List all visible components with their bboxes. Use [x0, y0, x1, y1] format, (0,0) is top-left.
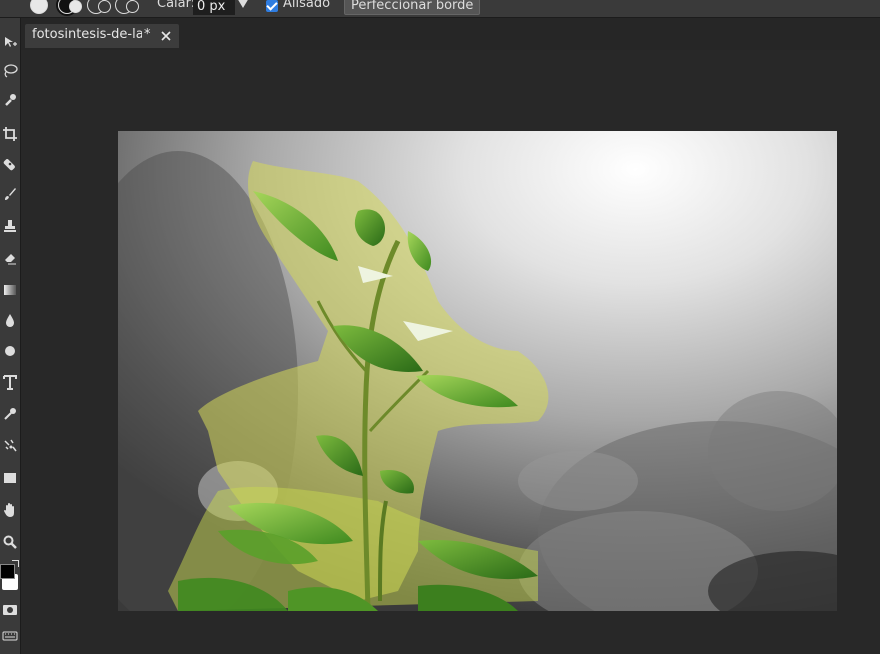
color-replace-icon[interactable] [0, 434, 20, 458]
antialias-checkbox[interactable] [266, 0, 278, 12]
feather-dropdown-icon[interactable] [237, 0, 249, 8]
subtract-from-selection-icon[interactable] [87, 0, 111, 14]
intersect-selection-icon[interactable] [115, 0, 139, 14]
keyboard-icon[interactable] [0, 624, 20, 648]
antialias-label: Alisado [283, 0, 331, 11]
hand-tool-icon[interactable] [0, 498, 20, 522]
feather-label: Calar: [157, 0, 196, 11]
tools-panel [0, 18, 21, 654]
document-tab[interactable]: fotosintesis-de-la * [25, 24, 179, 48]
healing-brush-icon[interactable] [0, 152, 20, 176]
crop-tool-icon[interactable] [0, 122, 20, 146]
quick-mask-icon[interactable] [0, 598, 20, 622]
workspace [21, 50, 880, 654]
eraser-icon[interactable] [0, 246, 20, 270]
options-bar: Calar: Alisado Perfeccionar borde [0, 0, 880, 18]
move-tool-icon[interactable] [0, 30, 20, 54]
document-canvas[interactable] [118, 131, 837, 611]
color-swatches[interactable] [0, 558, 20, 596]
zoom-tool-icon[interactable] [0, 530, 20, 554]
type-tool-icon[interactable] [0, 370, 20, 394]
rectangle-icon[interactable] [0, 466, 20, 490]
document-modified-marker: * [144, 27, 151, 42]
sponge-icon[interactable] [0, 338, 20, 362]
refine-edge-button[interactable]: Perfeccionar borde [344, 0, 481, 15]
clone-stamp-icon[interactable] [0, 214, 20, 238]
document-tab-title: fotosintesis-de-la [32, 27, 142, 42]
new-selection-icon[interactable] [30, 0, 48, 14]
lasso-tool-icon[interactable] [0, 59, 20, 83]
feather-input[interactable] [193, 0, 235, 15]
close-icon[interactable] [159, 29, 173, 43]
gradient-icon[interactable] [0, 278, 20, 302]
swap-colors-icon[interactable] [12, 560, 19, 567]
quick-selection-icon[interactable] [0, 88, 20, 112]
plant-photo [118, 131, 837, 611]
brush-tool-icon[interactable] [0, 182, 20, 206]
blur-drop-icon[interactable] [0, 308, 20, 332]
add-to-selection-icon[interactable] [58, 0, 82, 14]
document-tab-bar: fotosintesis-de-la * [21, 18, 880, 50]
eyedropper-icon[interactable] [0, 402, 20, 426]
